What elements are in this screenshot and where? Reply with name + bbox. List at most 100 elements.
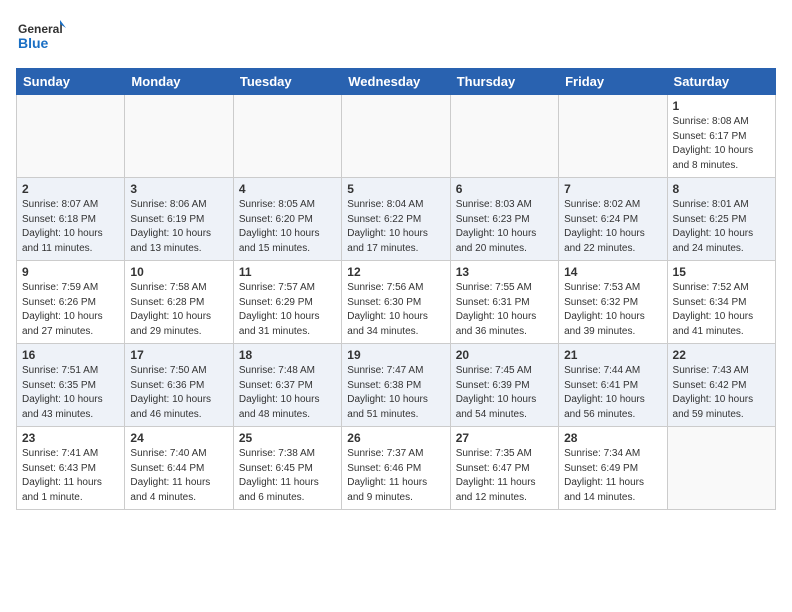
calendar-week-row: 9 Sunrise: 7:59 AM Sunset: 6:26 PM Daylig… — [17, 261, 776, 344]
day-info: Sunrise: 7:44 AM Sunset: 6:41 PM Dayligh… — [564, 364, 661, 422]
calendar-day-empty — [559, 95, 667, 178]
day-number: 19 — [347, 348, 444, 362]
calendar-header-sunday: Sunday — [17, 69, 125, 95]
day-info: Sunrise: 8:04 AM Sunset: 6:22 PM Dayligh… — [347, 198, 444, 256]
calendar-header-saturday: Saturday — [667, 69, 775, 95]
day-number: 26 — [347, 431, 444, 445]
day-number: 12 — [347, 265, 444, 279]
day-info: Sunrise: 7:47 AM Sunset: 6:38 PM Dayligh… — [347, 364, 444, 422]
day-number: 15 — [673, 265, 770, 279]
day-info: Sunrise: 7:43 AM Sunset: 6:42 PM Dayligh… — [673, 364, 770, 422]
day-number: 13 — [456, 265, 553, 279]
calendar-week-row: 16 Sunrise: 7:51 AM Sunset: 6:35 PM Dayli… — [17, 344, 776, 427]
day-info: Sunrise: 7:50 AM Sunset: 6:36 PM Dayligh… — [130, 364, 227, 422]
calendar-week-row: 1 Sunrise: 8:08 AM Sunset: 6:17 PM Daylig… — [17, 95, 776, 178]
calendar-day-13: 13 Sunrise: 7:55 AM Sunset: 6:31 PM Dayli… — [450, 261, 558, 344]
logo-svg: General Blue — [16, 16, 66, 60]
day-info: Sunrise: 7:51 AM Sunset: 6:35 PM Dayligh… — [22, 364, 119, 422]
calendar-day-7: 7 Sunrise: 8:02 AM Sunset: 6:24 PM Daylig… — [559, 178, 667, 261]
day-number: 1 — [673, 99, 770, 113]
calendar-day-empty — [667, 427, 775, 510]
day-number: 6 — [456, 182, 553, 196]
calendar-day-28: 28Sunrise: 7:34 AM Sunset: 6:49 PM Dayli… — [559, 427, 667, 510]
day-info: Sunrise: 8:07 AM Sunset: 6:18 PM Dayligh… — [22, 198, 119, 256]
day-info: Sunrise: 7:40 AM Sunset: 6:44 PM Dayligh… — [130, 447, 227, 505]
calendar-day-empty — [125, 95, 233, 178]
day-number: 4 — [239, 182, 336, 196]
calendar-header-wednesday: Wednesday — [342, 69, 450, 95]
day-number: 17 — [130, 348, 227, 362]
calendar-day-24: 24 Sunrise: 7:40 AM Sunset: 6:44 PM Dayli… — [125, 427, 233, 510]
day-info: Sunrise: 7:52 AM Sunset: 6:34 PM Dayligh… — [673, 281, 770, 339]
calendar-day-23: 23 Sunrise: 7:41 AM Sunset: 6:43 PM Dayli… — [17, 427, 125, 510]
calendar-day-1: 1 Sunrise: 8:08 AM Sunset: 6:17 PM Daylig… — [667, 95, 775, 178]
day-info: Sunrise: 7:38 AM Sunset: 6:45 PM Dayligh… — [239, 447, 336, 505]
calendar-day-empty — [17, 95, 125, 178]
day-number: 2 — [22, 182, 119, 196]
calendar-day-4: 4 Sunrise: 8:05 AM Sunset: 6:20 PM Daylig… — [233, 178, 341, 261]
day-number: 24 — [130, 431, 227, 445]
calendar-day-empty — [450, 95, 558, 178]
day-info: Sunrise: 7:55 AM Sunset: 6:31 PM Dayligh… — [456, 281, 553, 339]
day-number: 5 — [347, 182, 444, 196]
day-info: Sunrise: 8:01 AM Sunset: 6:25 PM Dayligh… — [673, 198, 770, 256]
day-info: Sunrise: 7:34 AM Sunset: 6:49 PM Dayligh… — [564, 447, 661, 505]
day-number: 20 — [456, 348, 553, 362]
calendar-day-19: 19 Sunrise: 7:47 AM Sunset: 6:38 PM Dayli… — [342, 344, 450, 427]
day-number: 21 — [564, 348, 661, 362]
svg-text:Blue: Blue — [18, 35, 49, 51]
day-info: Sunrise: 7:45 AM Sunset: 6:39 PM Dayligh… — [456, 364, 553, 422]
calendar-day-12: 12 Sunrise: 7:56 AM Sunset: 6:30 PM Dayli… — [342, 261, 450, 344]
day-info: Sunrise: 7:37 AM Sunset: 6:46 PM Dayligh… — [347, 447, 444, 505]
calendar-day-empty — [233, 95, 341, 178]
day-info: Sunrise: 7:56 AM Sunset: 6:30 PM Dayligh… — [347, 281, 444, 339]
calendar-table: SundayMondayTuesdayWednesdayThursdayFrid… — [16, 68, 776, 510]
calendar-day-6: 6 Sunrise: 8:03 AM Sunset: 6:23 PM Daylig… — [450, 178, 558, 261]
calendar-day-20: 20 Sunrise: 7:45 AM Sunset: 6:39 PM Dayli… — [450, 344, 558, 427]
calendar-day-10: 10 Sunrise: 7:58 AM Sunset: 6:28 PM Dayli… — [125, 261, 233, 344]
day-number: 9 — [22, 265, 119, 279]
day-number: 23 — [22, 431, 119, 445]
calendar-day-8: 8Sunrise: 8:01 AM Sunset: 6:25 PM Daylig… — [667, 178, 775, 261]
calendar-day-27: 27 Sunrise: 7:35 AM Sunset: 6:47 PM Dayli… — [450, 427, 558, 510]
calendar-week-row: 23 Sunrise: 7:41 AM Sunset: 6:43 PM Dayli… — [17, 427, 776, 510]
day-number: 11 — [239, 265, 336, 279]
calendar-week-row: 2 Sunrise: 8:07 AM Sunset: 6:18 PM Daylig… — [17, 178, 776, 261]
day-number: 27 — [456, 431, 553, 445]
day-info: Sunrise: 8:08 AM Sunset: 6:17 PM Dayligh… — [673, 115, 770, 173]
day-info: Sunrise: 8:05 AM Sunset: 6:20 PM Dayligh… — [239, 198, 336, 256]
day-info: Sunrise: 7:53 AM Sunset: 6:32 PM Dayligh… — [564, 281, 661, 339]
day-info: Sunrise: 8:03 AM Sunset: 6:23 PM Dayligh… — [456, 198, 553, 256]
calendar-day-17: 17 Sunrise: 7:50 AM Sunset: 6:36 PM Dayli… — [125, 344, 233, 427]
calendar-day-15: 15 Sunrise: 7:52 AM Sunset: 6:34 PM Dayli… — [667, 261, 775, 344]
day-number: 22 — [673, 348, 770, 362]
day-info: Sunrise: 7:58 AM Sunset: 6:28 PM Dayligh… — [130, 281, 227, 339]
calendar-day-22: 22 Sunrise: 7:43 AM Sunset: 6:42 PM Dayli… — [667, 344, 775, 427]
calendar-header-row: SundayMondayTuesdayWednesdayThursdayFrid… — [17, 69, 776, 95]
day-number: 10 — [130, 265, 227, 279]
logo: General Blue — [16, 16, 66, 60]
calendar-day-26: 26 Sunrise: 7:37 AM Sunset: 6:46 PM Dayli… — [342, 427, 450, 510]
calendar-header-thursday: Thursday — [450, 69, 558, 95]
day-number: 14 — [564, 265, 661, 279]
day-number: 3 — [130, 182, 227, 196]
calendar-day-25: 25 Sunrise: 7:38 AM Sunset: 6:45 PM Dayli… — [233, 427, 341, 510]
calendar-day-5: 5 Sunrise: 8:04 AM Sunset: 6:22 PM Daylig… — [342, 178, 450, 261]
day-number: 16 — [22, 348, 119, 362]
calendar-day-9: 9 Sunrise: 7:59 AM Sunset: 6:26 PM Daylig… — [17, 261, 125, 344]
day-info: Sunrise: 7:41 AM Sunset: 6:43 PM Dayligh… — [22, 447, 119, 505]
calendar-header-tuesday: Tuesday — [233, 69, 341, 95]
day-number: 25 — [239, 431, 336, 445]
day-number: 7 — [564, 182, 661, 196]
calendar-day-16: 16 Sunrise: 7:51 AM Sunset: 6:35 PM Dayli… — [17, 344, 125, 427]
day-info: Sunrise: 8:06 AM Sunset: 6:19 PM Dayligh… — [130, 198, 227, 256]
day-info: Sunrise: 8:02 AM Sunset: 6:24 PM Dayligh… — [564, 198, 661, 256]
svg-text:General: General — [18, 22, 63, 36]
day-info: Sunrise: 7:57 AM Sunset: 6:29 PM Dayligh… — [239, 281, 336, 339]
calendar-day-3: 3 Sunrise: 8:06 AM Sunset: 6:19 PM Daylig… — [125, 178, 233, 261]
page-header: General Blue — [16, 16, 776, 60]
day-info: Sunrise: 7:59 AM Sunset: 6:26 PM Dayligh… — [22, 281, 119, 339]
calendar-header-friday: Friday — [559, 69, 667, 95]
day-info: Sunrise: 7:35 AM Sunset: 6:47 PM Dayligh… — [456, 447, 553, 505]
day-number: 18 — [239, 348, 336, 362]
